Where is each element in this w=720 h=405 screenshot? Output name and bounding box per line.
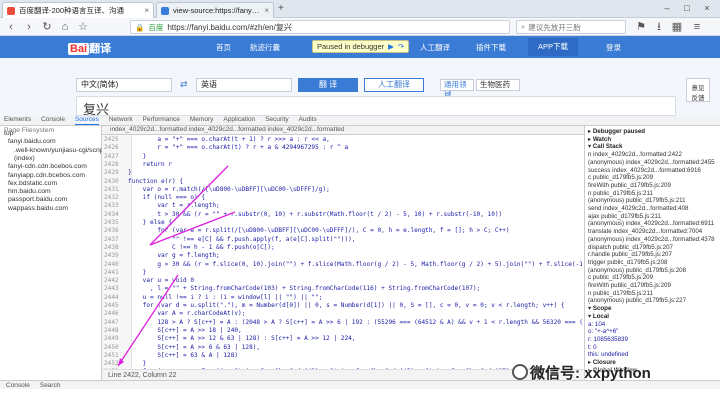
watermark: 微信号: xxpython: [530, 365, 651, 382]
wechat-logo-icon: [512, 364, 528, 380]
annotation-arrows: [117, 165, 236, 367]
